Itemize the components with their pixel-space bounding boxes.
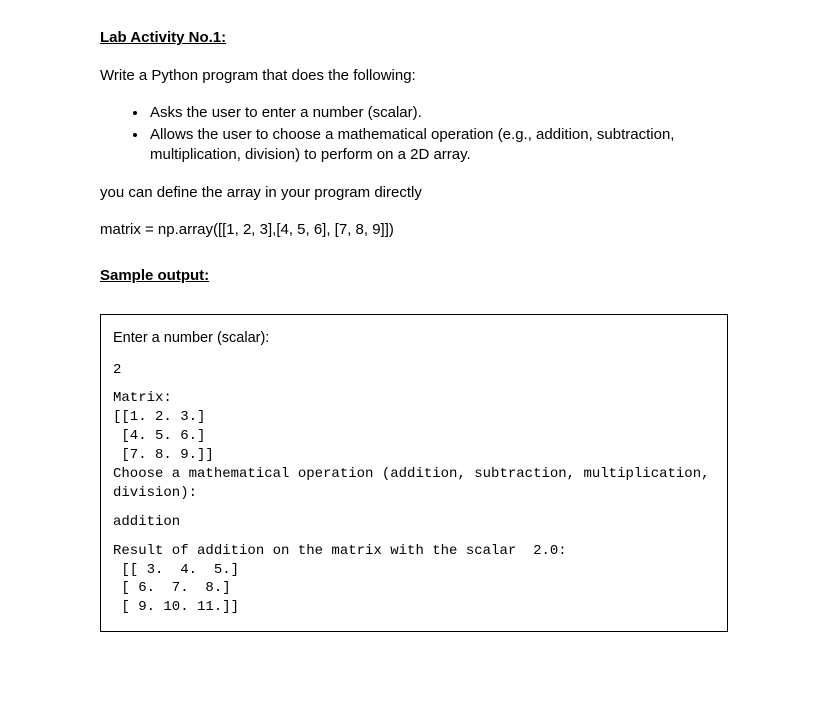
- sample-output-box: Enter a number (scalar): 2 Matrix: [[1. …: [100, 314, 728, 632]
- lab-activity-title: Lab Activity No.1:: [100, 28, 728, 48]
- matrix-output: Matrix: [[1. 2. 3.] [4. 5. 6.] [7. 8. 9.…: [113, 389, 715, 502]
- matrix-definition: matrix = np.array([[1, 2, 3],[4, 5, 6], …: [100, 220, 728, 240]
- result-output: Result of addition on the matrix with th…: [113, 542, 715, 618]
- sample-output-title: Sample output:: [100, 266, 728, 286]
- note-paragraph: you can define the array in your program…: [100, 183, 728, 203]
- intro-paragraph: Write a Python program that does the fol…: [100, 66, 728, 86]
- scalar-value: 2: [113, 361, 715, 380]
- list-item: Asks the user to enter a number (scalar)…: [148, 103, 728, 123]
- list-item: Allows the user to choose a mathematical…: [148, 125, 728, 166]
- scalar-prompt: Enter a number (scalar):: [113, 329, 715, 349]
- bullet-list: Asks the user to enter a number (scalar)…: [148, 103, 728, 166]
- operation-input: addition: [113, 513, 715, 532]
